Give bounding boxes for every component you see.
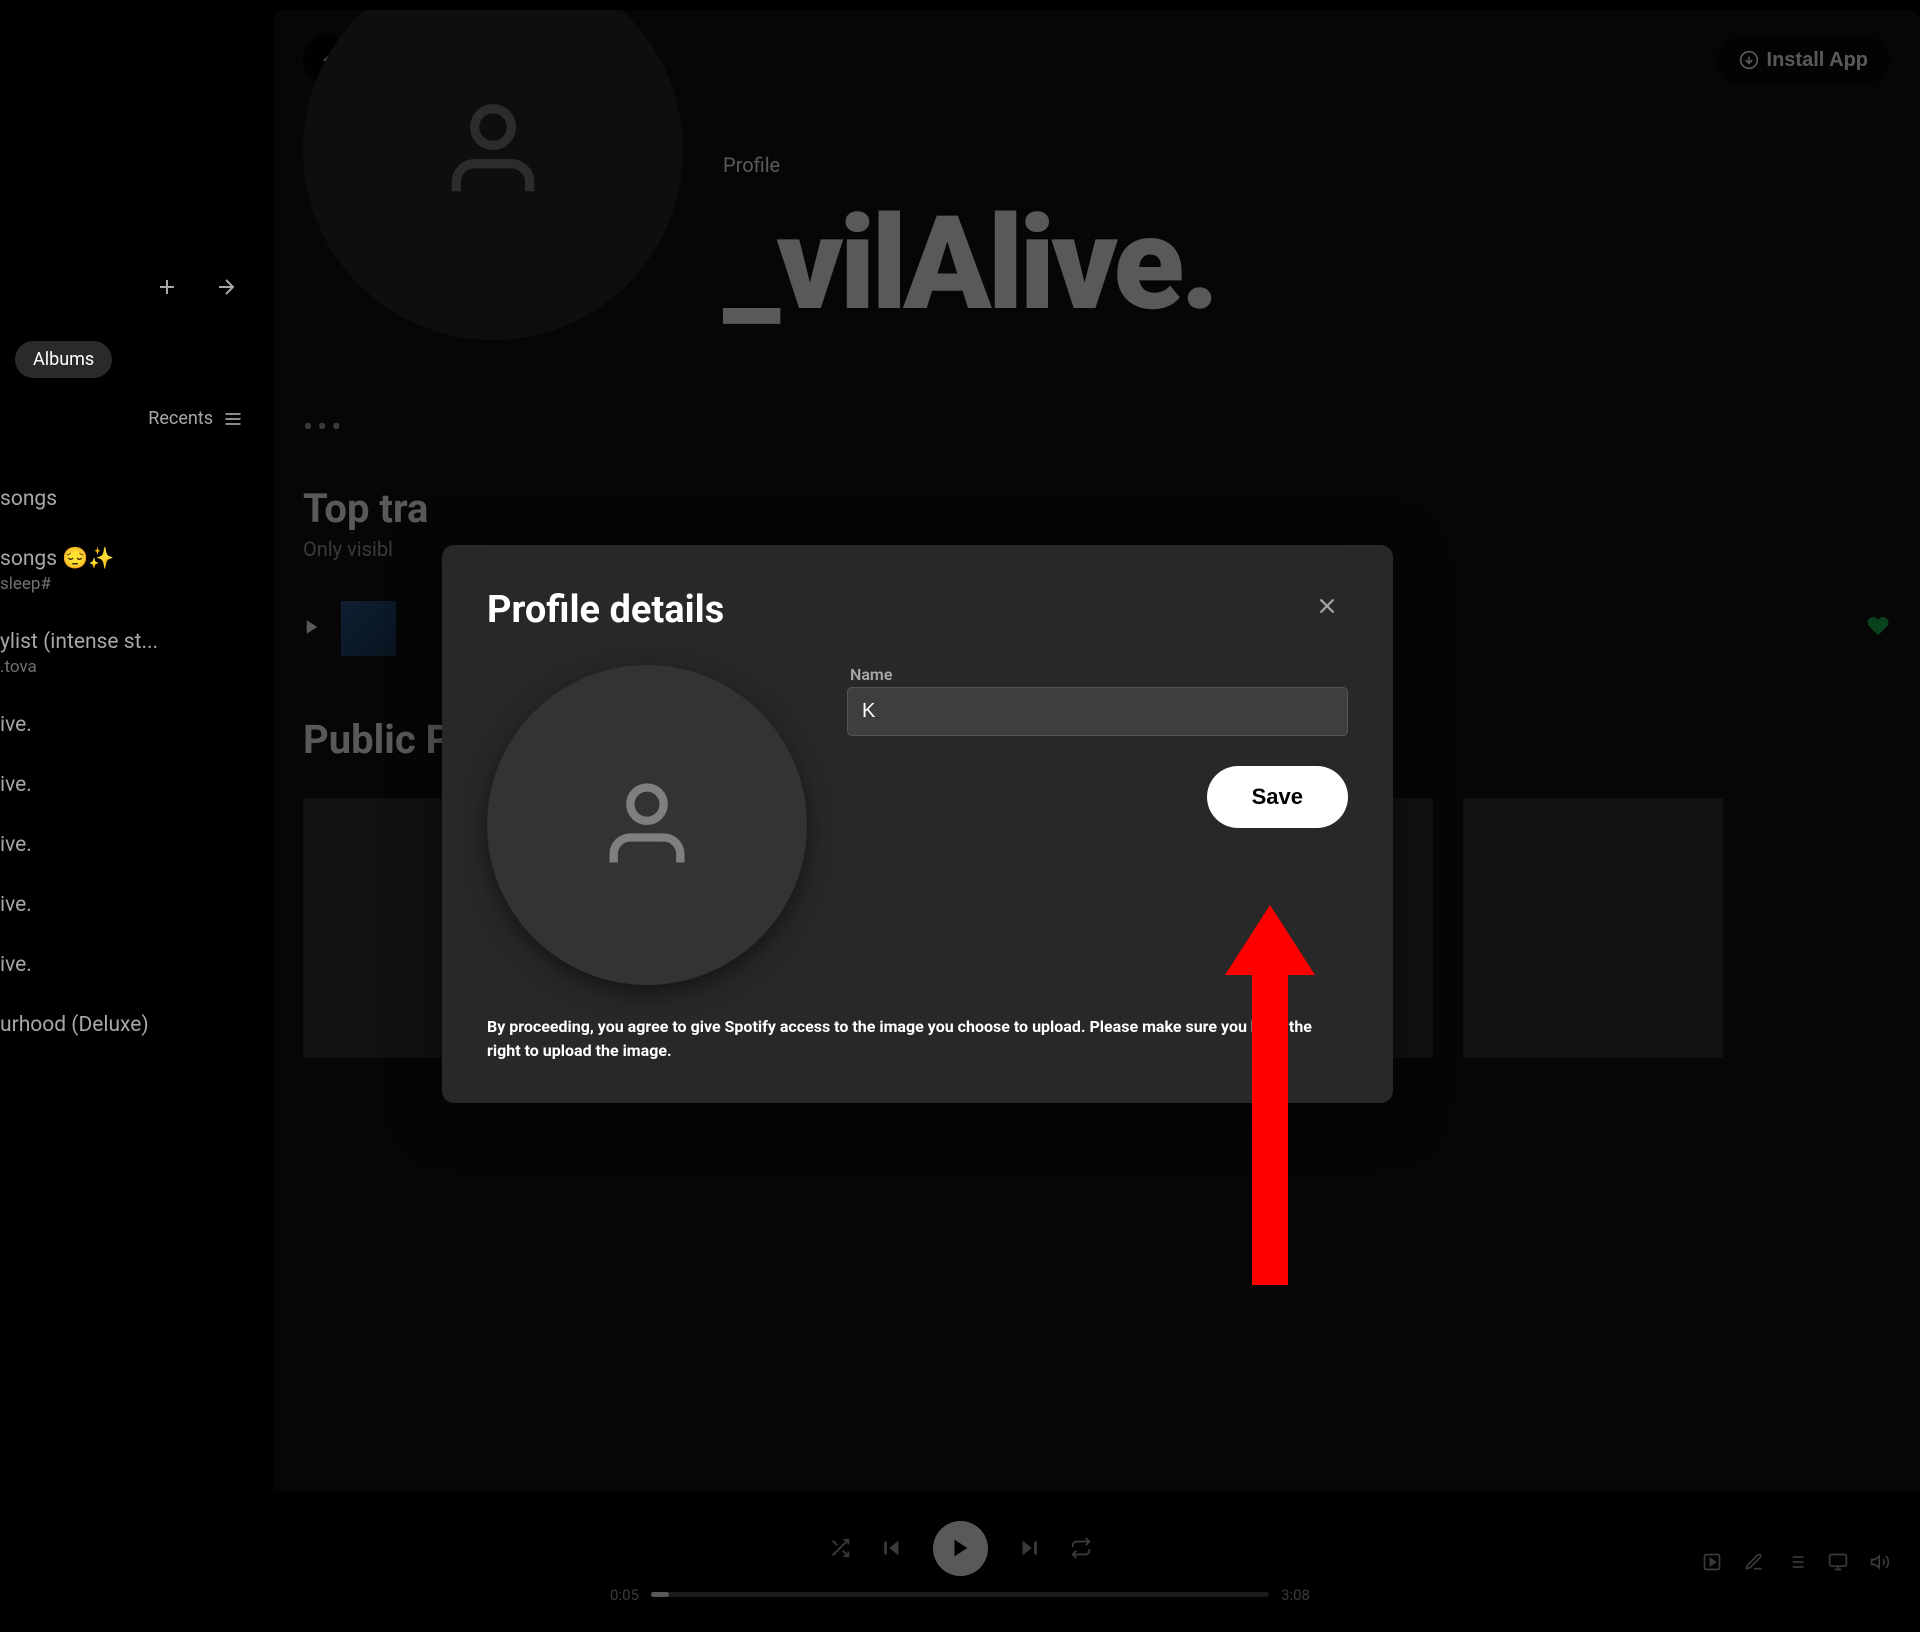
list-icon: [223, 409, 243, 429]
sidebar-item[interactable]: urhood (Deluxe): [0, 995, 263, 1055]
sidebar-item-label: urhood (Deluxe): [0, 1013, 263, 1037]
name-field-label: Name: [850, 665, 1348, 684]
albums-filter-pill[interactable]: Albums: [15, 341, 112, 378]
sidebar-item[interactable]: ylist (intense st... .tova: [0, 612, 263, 695]
sidebar-item-label: songs 😔✨: [0, 547, 263, 571]
user-icon: [597, 775, 697, 875]
sidebar-item-label: ive.: [0, 833, 263, 857]
sidebar-item-sub: sleep#: [0, 574, 263, 594]
sidebar: Albums Recents songs songs 😔✨ sleep# yli…: [0, 0, 263, 1632]
sidebar-item-label: ive.: [0, 713, 263, 737]
name-input[interactable]: [847, 687, 1348, 736]
save-button[interactable]: Save: [1207, 766, 1348, 828]
sidebar-item[interactable]: ive.: [0, 935, 263, 995]
sidebar-item[interactable]: ive.: [0, 875, 263, 935]
sidebar-item-label: ive.: [0, 893, 263, 917]
sidebar-item[interactable]: songs: [0, 469, 263, 529]
close-icon: [1314, 593, 1340, 619]
sidebar-item-sub: .tova: [0, 657, 263, 677]
sidebar-item[interactable]: ive.: [0, 815, 263, 875]
sidebar-item-label: ive.: [0, 773, 263, 797]
sidebar-item[interactable]: songs 😔✨ sleep#: [0, 529, 263, 612]
sidebar-item-label: songs: [0, 487, 263, 511]
recents-sort[interactable]: Recents: [0, 398, 263, 439]
sidebar-item[interactable]: ive.: [0, 755, 263, 815]
close-button[interactable]: [1306, 585, 1348, 635]
sidebar-item[interactable]: ive.: [0, 695, 263, 755]
expand-button[interactable]: [209, 270, 243, 311]
modal-avatar-upload[interactable]: [487, 665, 807, 985]
sidebar-list: songs songs 😔✨ sleep# ylist (intense st.…: [0, 469, 263, 1055]
sidebar-item-label: ive.: [0, 953, 263, 977]
sidebar-item-label: ylist (intense st...: [0, 630, 263, 654]
recents-label: Recents: [148, 408, 213, 429]
modal-disclaimer: By proceeding, you agree to give Spotify…: [487, 1015, 1348, 1063]
modal-title: Profile details: [487, 588, 724, 632]
add-button[interactable]: [150, 270, 184, 311]
profile-details-modal: Profile details Name Save By proceeding,…: [442, 545, 1393, 1103]
